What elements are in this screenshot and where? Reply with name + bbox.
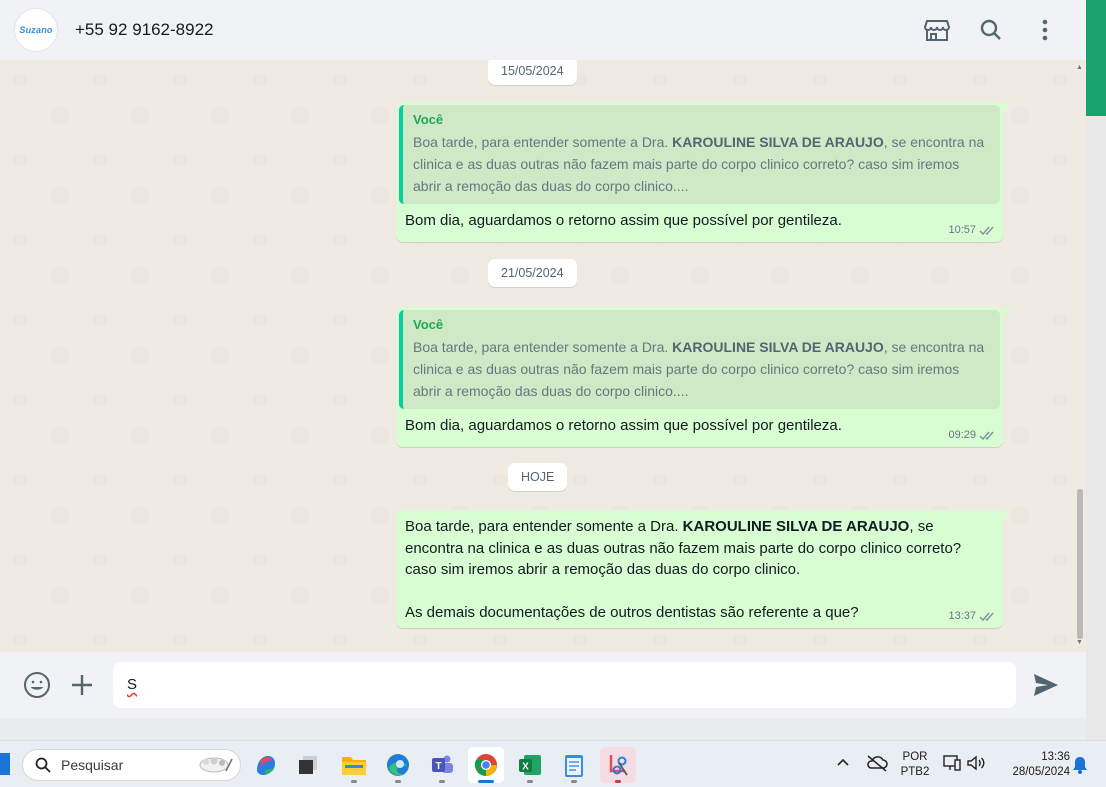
more-options-icon[interactable] — [1030, 15, 1060, 45]
running-indicator — [527, 780, 533, 783]
quote-text: Boa tarde, para entender somente a Dra. … — [413, 339, 985, 399]
message-meta: 09:29 — [948, 429, 996, 441]
clock-time: 13:36 — [1041, 751, 1070, 763]
scroll-thumb[interactable] — [1077, 489, 1083, 639]
running-indicator — [351, 780, 357, 783]
taskbar-file-explorer[interactable] — [336, 747, 372, 783]
task-view-icon — [299, 756, 317, 774]
taskbar-search[interactable]: Pesquisar — [22, 749, 241, 781]
message-text: Bom dia, aguardamos o retorno assim que … — [405, 212, 842, 229]
search-icon — [35, 757, 51, 773]
input-value: S — [127, 676, 138, 693]
taskbar-notepad[interactable] — [556, 747, 592, 783]
svg-text:X: X — [522, 762, 529, 773]
running-indicator — [615, 780, 621, 783]
onedrive-offline-icon[interactable] — [866, 754, 888, 777]
network-icon[interactable] — [942, 754, 962, 777]
date-separator: 21/05/2024 — [488, 259, 577, 287]
search-highlight-icon — [199, 757, 233, 773]
emoji-icon[interactable] — [22, 670, 52, 700]
double-check-icon — [979, 431, 994, 440]
outgoing-message[interactable]: Boa tarde, para entender somente a Dra. … — [396, 510, 1011, 628]
taskbar-copilot[interactable] — [248, 747, 284, 783]
avatar-logo-text: Suzano — [19, 25, 53, 35]
quote-author: Você — [413, 112, 444, 127]
search-label: Pesquisar — [61, 757, 124, 773]
taskbar-task-view[interactable] — [290, 747, 326, 783]
chrome-icon — [474, 754, 497, 776]
quoted-message[interactable]: Você Boa tarde, para entender somente a … — [399, 310, 1000, 409]
taskbar-snipping-tool[interactable] — [600, 747, 636, 783]
send-icon[interactable] — [1031, 670, 1061, 700]
notification-bell-icon[interactable] — [1072, 756, 1088, 779]
clock-date: 28/05/2024 — [1012, 766, 1070, 778]
quote-text: Boa tarde, para entender somente a Dra. … — [413, 134, 985, 194]
teams-icon: T — [432, 755, 453, 773]
message-text: Bom dia, aguardamos o retorno assim que … — [405, 417, 842, 434]
running-indicator — [395, 780, 401, 783]
input-language[interactable]: POR PTB2 — [898, 750, 932, 780]
active-indicator — [478, 780, 494, 783]
volume-icon[interactable] — [966, 754, 986, 777]
store-icon[interactable] — [922, 15, 952, 45]
quote-author: Você — [413, 317, 444, 332]
taskbar-excel[interactable]: X — [512, 747, 548, 783]
chat-scrollbar[interactable]: ▲ ▼ — [1075, 64, 1084, 646]
message-input[interactable]: S — [113, 662, 1016, 708]
message-time: 09:29 — [948, 429, 976, 441]
taskbar-chrome[interactable] — [468, 747, 504, 783]
language-code: POR — [902, 751, 928, 763]
message-time: 10:57 — [948, 224, 976, 236]
message-pane[interactable]: 15/05/2024 Você Boa tarde, para entender… — [0, 60, 1086, 652]
message-text: Boa tarde, para entender somente a Dra. … — [405, 518, 962, 621]
scroll-up-arrow-icon[interactable]: ▲ — [1076, 64, 1083, 71]
edge-icon — [387, 754, 409, 776]
window-footer — [0, 718, 1086, 740]
contact-avatar[interactable]: Suzano — [14, 8, 58, 52]
outgoing-message[interactable]: Você Boa tarde, para entender somente a … — [396, 102, 1011, 242]
attach-plus-icon[interactable] — [67, 670, 97, 700]
windows-taskbar: Pesquisar T X POR PTB2 13:36 28/05/2024 — [0, 740, 1106, 787]
excel-icon: X — [519, 755, 541, 775]
scroll-down-arrow-icon[interactable]: ▼ — [1076, 639, 1083, 646]
show-hidden-icons-chevron-icon[interactable] — [836, 755, 850, 774]
folder-icon — [342, 757, 366, 775]
date-separator: 15/05/2024 — [488, 60, 577, 85]
snipping-tool-icon — [609, 755, 628, 776]
start-button[interactable] — [0, 753, 10, 775]
message-time: 13:37 — [948, 610, 976, 622]
message-meta: 10:57 — [948, 224, 996, 236]
notepad-icon — [565, 755, 583, 777]
message-composer: S — [0, 652, 1086, 718]
running-indicator — [439, 780, 445, 783]
double-check-icon — [979, 612, 994, 621]
outgoing-message[interactable]: Você Boa tarde, para entender somente a … — [396, 307, 1011, 447]
taskbar-teams[interactable]: T — [424, 747, 460, 783]
quoted-message[interactable]: Você Boa tarde, para entender somente a … — [399, 105, 1000, 204]
svg-text:T: T — [435, 761, 441, 772]
background-window-strip — [1086, 0, 1106, 116]
keyboard-layout: PTB2 — [900, 766, 930, 778]
taskbar-edge[interactable] — [380, 747, 416, 783]
search-icon[interactable] — [976, 15, 1006, 45]
double-check-icon — [979, 226, 994, 235]
date-separator: HOJE — [508, 463, 568, 491]
contact-name[interactable]: +55 92 9162-8922 — [75, 20, 214, 40]
chat-header: Suzano +55 92 9162-8922 — [0, 0, 1086, 60]
message-meta: 13:37 — [948, 610, 996, 622]
running-indicator — [571, 780, 577, 783]
copilot-icon — [257, 756, 275, 775]
taskbar-clock[interactable]: 13:36 28/05/2024 — [1000, 750, 1070, 780]
